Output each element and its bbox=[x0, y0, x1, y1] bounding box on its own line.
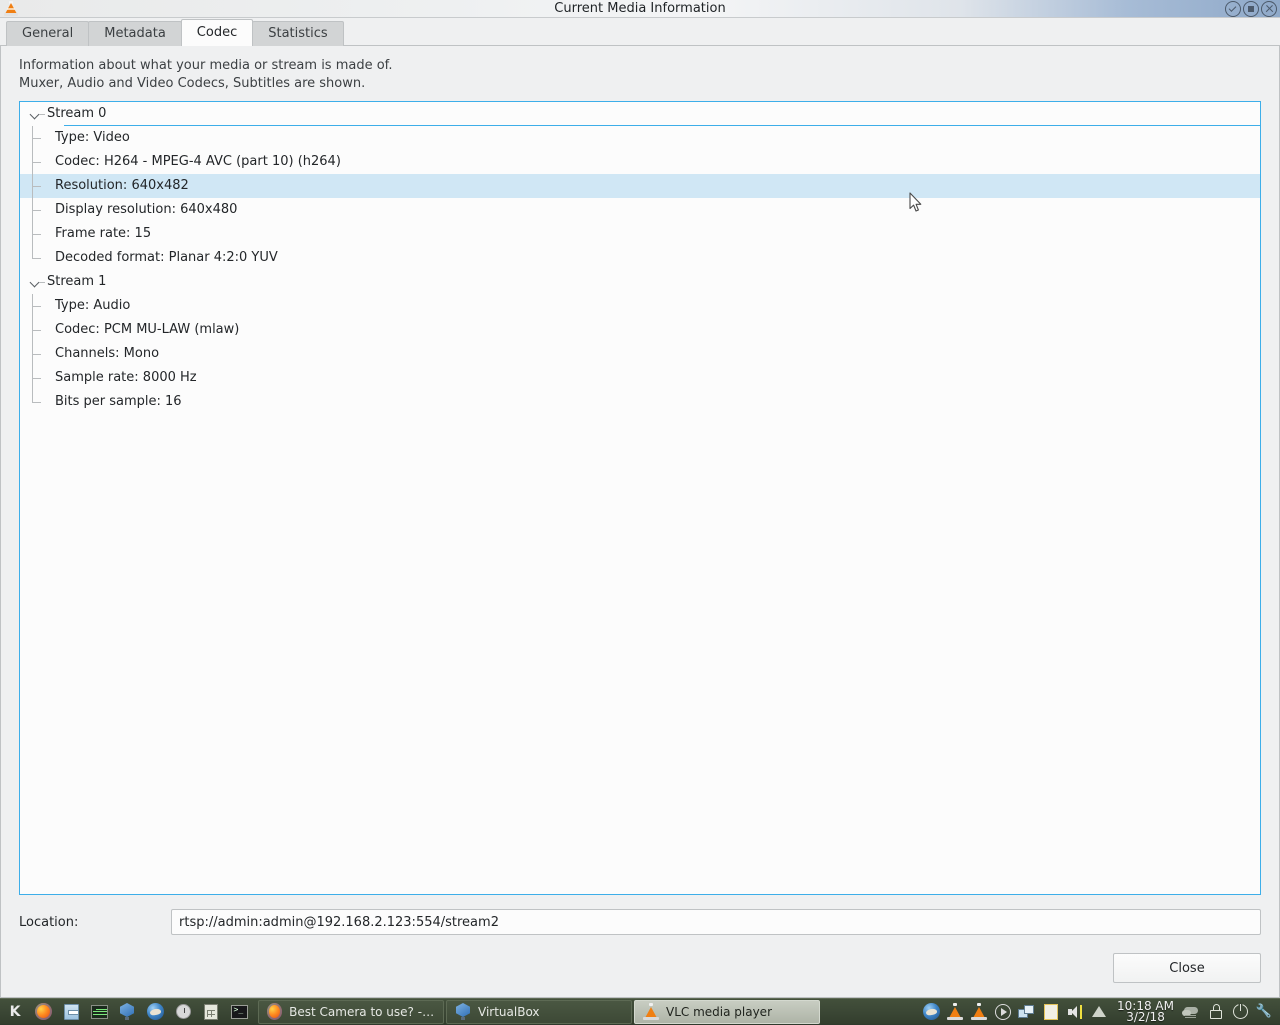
tab-codec[interactable]: Codec bbox=[181, 19, 253, 46]
taskbar-button-label: Best Camera to use? - Zo... bbox=[289, 1005, 435, 1019]
window-titlebar: Current Media Information bbox=[0, 0, 1280, 18]
tree-item-type-video[interactable]: Type: Video bbox=[20, 126, 1260, 150]
tree-item-label: Resolution: 640x482 bbox=[52, 174, 189, 198]
clipboard-tray-icon[interactable] bbox=[1041, 1001, 1061, 1023]
tree-branch-icon bbox=[32, 318, 52, 342]
dialog-button-row: Close bbox=[19, 943, 1261, 997]
tree-node-label: Stream 1 bbox=[44, 270, 106, 294]
window-controls bbox=[1225, 1, 1277, 17]
description-line-1: Information about what your media or str… bbox=[19, 57, 1261, 75]
tree-item-display-resolution[interactable]: Display resolution: 640x480 bbox=[20, 198, 1260, 222]
tree-item-label: Sample rate: 8000 Hz bbox=[52, 366, 197, 390]
minimize-icon[interactable] bbox=[1225, 1, 1241, 17]
tree-item-codec-audio[interactable]: Codec: PCM MU-LAW (mlaw) bbox=[20, 318, 1260, 342]
vlc-tray-icon-2[interactable] bbox=[969, 1001, 989, 1023]
tab-metadata[interactable]: Metadata bbox=[88, 21, 182, 46]
taskbar-launchers: K bbox=[0, 999, 254, 1025]
clock-date: 3/2/18 bbox=[1117, 1012, 1174, 1023]
close-button[interactable]: Close bbox=[1113, 953, 1261, 983]
tree-branch-icon bbox=[32, 198, 52, 222]
tree-item-sample-rate[interactable]: Sample rate: 8000 Hz bbox=[20, 366, 1260, 390]
tree-node-label: Stream 0 bbox=[44, 102, 106, 126]
taskbar-button-vlc[interactable]: VLC media player bbox=[634, 1000, 820, 1024]
tree-branch-icon bbox=[32, 294, 52, 318]
system-tray: 10:18 AM 3/2/18 🔧 bbox=[921, 999, 1280, 1025]
settings-wrench-icon[interactable]: 🔧 bbox=[1254, 1001, 1274, 1023]
tree-item-label: Codec: H264 - MPEG-4 AVC (part 10) (h264… bbox=[52, 150, 341, 174]
tree-node-stream-0[interactable]: Stream 0 bbox=[20, 102, 1260, 126]
tree-item-label: Type: Audio bbox=[52, 294, 130, 318]
location-label: Location: bbox=[19, 915, 171, 930]
tree-item-bits-per-sample[interactable]: Bits per sample: 16 bbox=[20, 390, 1260, 414]
chevron-down-icon[interactable] bbox=[28, 270, 44, 294]
window-title: Current Media Information bbox=[0, 0, 1280, 17]
tree-item-label: Bits per sample: 16 bbox=[52, 390, 182, 414]
tree-branch-icon bbox=[32, 390, 52, 414]
tree-branch-icon bbox=[32, 366, 52, 390]
panel-description: Information about what your media or str… bbox=[19, 54, 1261, 101]
close-icon[interactable] bbox=[1261, 1, 1277, 17]
taskbar: K Best Camera to use? - Zo... VirtualBox… bbox=[0, 998, 1280, 1024]
tree-item-label: Type: Video bbox=[52, 126, 130, 150]
tree-item-label: Channels: Mono bbox=[52, 342, 159, 366]
tree-branch-icon bbox=[32, 174, 52, 198]
terminal-icon[interactable] bbox=[226, 1000, 252, 1024]
taskbar-clock[interactable]: 10:18 AM 3/2/18 bbox=[1113, 1001, 1178, 1023]
media-information-dialog: Current Media Information General Metada… bbox=[0, 0, 1280, 998]
volume-tray-icon[interactable] bbox=[1065, 1001, 1085, 1023]
calculator-icon[interactable] bbox=[198, 1000, 224, 1024]
tree-item-label: Codec: PCM MU-LAW (mlaw) bbox=[52, 318, 239, 342]
taskbar-button-label: VirtualBox bbox=[478, 1005, 540, 1019]
window-switch-tray-icon[interactable] bbox=[1017, 1001, 1037, 1023]
vlc-tray-icon-1[interactable] bbox=[945, 1001, 965, 1023]
file-manager-icon[interactable] bbox=[58, 1000, 84, 1024]
tree-item-decoded-format[interactable]: Decoded format: Planar 4:2:0 YUV bbox=[20, 246, 1260, 270]
tree-item-resolution[interactable]: Resolution: 640x482 bbox=[20, 174, 1260, 198]
taskbar-button-label: VLC media player bbox=[666, 1005, 772, 1019]
tree-item-frame-rate[interactable]: Frame rate: 15 bbox=[20, 222, 1260, 246]
tree-item-label: Frame rate: 15 bbox=[52, 222, 151, 246]
show-hidden-tray-icon[interactable] bbox=[1089, 1001, 1109, 1023]
tree-branch-icon bbox=[32, 126, 52, 150]
tree-item-label: Display resolution: 640x480 bbox=[52, 198, 237, 222]
tree-item-label: Decoded format: Planar 4:2:0 YUV bbox=[52, 246, 278, 270]
tree-item-codec-video[interactable]: Codec: H264 - MPEG-4 AVC (part 10) (h264… bbox=[20, 150, 1260, 174]
thunderbird-tray-icon[interactable] bbox=[921, 1001, 941, 1023]
firefox-icon bbox=[267, 1003, 282, 1020]
taskbar-button-firefox[interactable]: Best Camera to use? - Zo... bbox=[258, 1000, 444, 1024]
weather-tray-icon[interactable] bbox=[1182, 1001, 1202, 1023]
kde-menu-icon[interactable]: K bbox=[2, 1000, 28, 1024]
maximize-icon[interactable] bbox=[1243, 1, 1259, 17]
lock-screen-icon[interactable] bbox=[1206, 1001, 1226, 1023]
media-play-tray-icon[interactable] bbox=[993, 1001, 1013, 1023]
thunderbird-icon[interactable] bbox=[142, 1000, 168, 1024]
tab-bar: General Metadata Codec Statistics bbox=[0, 18, 1280, 46]
virtualbox-icon bbox=[455, 1003, 471, 1020]
virtualbox-icon[interactable] bbox=[114, 1000, 140, 1024]
location-row: Location: bbox=[19, 895, 1261, 943]
location-input[interactable] bbox=[171, 909, 1261, 935]
system-monitor-icon[interactable] bbox=[86, 1000, 112, 1024]
tree-node-stream-1[interactable]: Stream 1 bbox=[20, 270, 1260, 294]
tree-branch-icon bbox=[32, 246, 52, 270]
tab-general[interactable]: General bbox=[6, 21, 89, 46]
tree-item-type-audio[interactable]: Type: Audio bbox=[20, 294, 1260, 318]
power-icon[interactable] bbox=[1230, 1001, 1250, 1023]
taskbar-button-virtualbox[interactable]: VirtualBox bbox=[446, 1000, 632, 1024]
tab-statistics[interactable]: Statistics bbox=[252, 21, 343, 46]
firefox-icon[interactable] bbox=[30, 1000, 56, 1024]
chevron-down-icon[interactable] bbox=[28, 102, 44, 126]
tree-branch-icon bbox=[32, 222, 52, 246]
tree-branch-icon bbox=[32, 150, 52, 174]
codec-tab-panel: Information about what your media or str… bbox=[0, 46, 1280, 998]
vlc-cone-icon bbox=[643, 1003, 659, 1020]
clock-icon[interactable] bbox=[170, 1000, 196, 1024]
tree-branch-icon bbox=[32, 342, 52, 366]
taskbar-window-buttons: Best Camera to use? - Zo... VirtualBox V… bbox=[258, 999, 820, 1025]
description-line-2: Muxer, Audio and Video Codecs, Subtitles… bbox=[19, 75, 1261, 93]
tree-item-channels[interactable]: Channels: Mono bbox=[20, 342, 1260, 366]
codec-stream-tree[interactable]: Stream 0 Type: Video Codec: H264 - MPEG-… bbox=[19, 101, 1261, 895]
